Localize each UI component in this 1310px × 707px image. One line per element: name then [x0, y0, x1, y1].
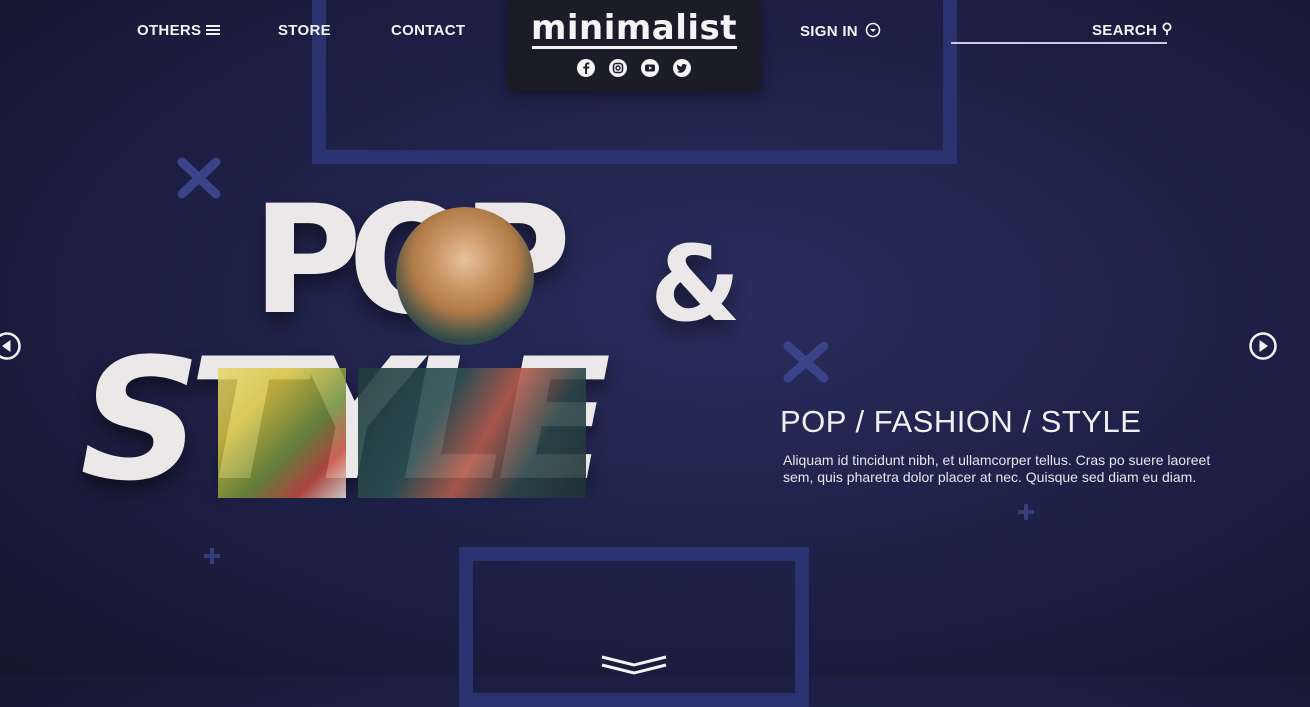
search-icon	[1162, 22, 1172, 35]
plus-decoration-icon	[1018, 504, 1034, 520]
plus-decoration-icon	[204, 548, 220, 564]
nav-others[interactable]: OTHERS	[137, 22, 220, 39]
nav-contact[interactable]: CONTACT	[391, 22, 465, 39]
menu-icon	[205, 25, 220, 35]
nav-sign-in[interactable]: SIGN IN	[800, 22, 881, 40]
scroll-down-chevron-icon[interactable]	[600, 654, 668, 676]
hero-description: Aliquam id tincidunt nibh, et ullamcorpe…	[783, 452, 1211, 485]
facebook-icon[interactable]	[577, 59, 595, 77]
nav-others-label: OTHERS	[137, 22, 202, 39]
floral-dress-photo-fill	[358, 368, 586, 498]
twitter-icon[interactable]	[673, 59, 691, 77]
youtube-icon[interactable]	[641, 59, 659, 77]
previous-slide-arrow-icon[interactable]	[0, 331, 22, 361]
search-button[interactable]: SEARCH	[1092, 22, 1172, 39]
brand-title: minimalist	[530, 8, 738, 48]
brand-underline	[532, 46, 737, 49]
flower-photo-fill	[218, 368, 346, 498]
instagram-icon[interactable]	[609, 59, 627, 77]
cross-decoration-icon	[177, 157, 221, 199]
search-input[interactable]	[951, 42, 1167, 44]
brand-logo-box[interactable]: minimalist	[507, 0, 761, 91]
next-slide-arrow-icon[interactable]	[1248, 331, 1278, 361]
cross-decoration-icon	[783, 341, 829, 383]
bottom-frame-decoration	[459, 547, 809, 707]
nav-sign-in-label: SIGN IN	[800, 23, 858, 40]
search-label: SEARCH	[1092, 22, 1158, 39]
hero-ampersand: &	[650, 223, 741, 345]
chevron-down-circle-icon	[866, 22, 881, 38]
nav-store[interactable]: STORE	[278, 22, 331, 39]
hero-tagline: POP / FASHION / STYLE	[780, 404, 1142, 439]
